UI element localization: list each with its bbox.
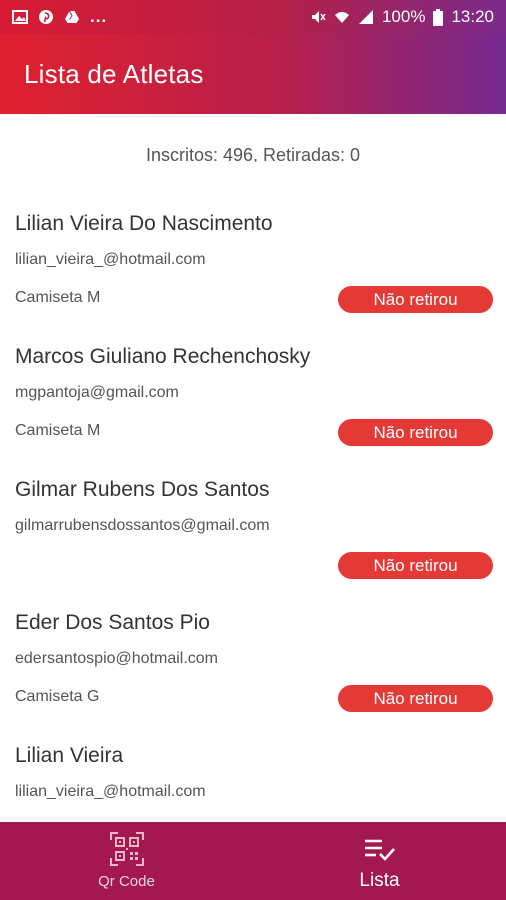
image-icon bbox=[12, 10, 28, 24]
nav-qr-code[interactable]: Qr Code bbox=[0, 822, 253, 900]
athlete-email: lilian_vieira_@hotmail.com bbox=[15, 251, 206, 268]
athlete-name: Marcos Giuliano Rechenchosky bbox=[15, 345, 311, 368]
list-item[interactable]: Eder Dos Santos Pio edersantospio@hotmai… bbox=[0, 611, 506, 744]
status-badge: Não retirou bbox=[338, 552, 493, 579]
athlete-shirt: Camiseta M bbox=[15, 422, 101, 439]
qr-code-icon bbox=[109, 832, 144, 866]
status-bar-left: ... bbox=[12, 7, 107, 27]
wifi-icon bbox=[334, 12, 349, 23]
mute-icon bbox=[311, 11, 326, 23]
status-badge: Não retirou bbox=[338, 419, 493, 446]
athlete-email: edersantospio@hotmail.com bbox=[15, 650, 219, 667]
athlete-shirt: Camiseta M bbox=[15, 289, 101, 306]
athlete-list[interactable]: Inscritos: 496, Retiradas: 0 Lilian Viei… bbox=[0, 114, 506, 822]
athlete-email: gilmarrubensdossantos@gmail.com bbox=[15, 517, 270, 534]
athlete-email: mgpantoja@gmail.com bbox=[15, 384, 179, 401]
battery-percent: 100% bbox=[381, 7, 426, 26]
athlete-shirt: Camiseta G bbox=[15, 688, 100, 705]
list-item[interactable]: Lilian Vieira lilian_vieira_@hotmail.com bbox=[0, 744, 506, 822]
athlete-name: Eder Dos Santos Pio bbox=[15, 611, 210, 634]
pinterest-icon bbox=[39, 10, 53, 24]
clock: 13:20 bbox=[451, 7, 494, 26]
drive-icon bbox=[65, 10, 79, 23]
list-item[interactable]: Marcos Giuliano Rechenchosky mgpantoja@g… bbox=[0, 345, 506, 478]
nav-lista[interactable]: Lista bbox=[253, 822, 506, 900]
athlete-name: Gilmar Rubens Dos Santos bbox=[15, 478, 270, 501]
status-bar-right: 100% 13:20 bbox=[310, 7, 494, 27]
athlete-name: Lilian Vieira Do Nascimento bbox=[15, 212, 273, 235]
page-title: Lista de Atletas bbox=[24, 58, 204, 89]
list-check-icon bbox=[364, 839, 395, 861]
nav-qr-code-label: Qr Code bbox=[98, 873, 155, 890]
more-notifications: ... bbox=[90, 7, 108, 26]
bottom-navigation: Qr Code Lista bbox=[0, 822, 506, 900]
battery-icon bbox=[433, 8, 444, 26]
status-bar: ... 100% 13:20 bbox=[0, 0, 506, 34]
app-bar: Lista de Atletas bbox=[0, 34, 506, 114]
athlete-email: lilian_vieira_@hotmail.com bbox=[15, 783, 206, 800]
status-badge: Não retirou bbox=[338, 685, 493, 712]
nav-lista-label: Lista bbox=[359, 870, 400, 891]
signal-icon bbox=[358, 10, 373, 24]
status-badge: Não retirou bbox=[338, 286, 493, 313]
list-item[interactable]: Gilmar Rubens Dos Santos gilmarrubensdos… bbox=[0, 478, 506, 611]
athlete-name: Lilian Vieira bbox=[15, 744, 124, 767]
summary-text: Inscritos: 496, Retiradas: 0 bbox=[145, 145, 361, 162]
list-item[interactable]: Lilian Vieira Do Nascimento lilian_vieir… bbox=[0, 212, 506, 345]
